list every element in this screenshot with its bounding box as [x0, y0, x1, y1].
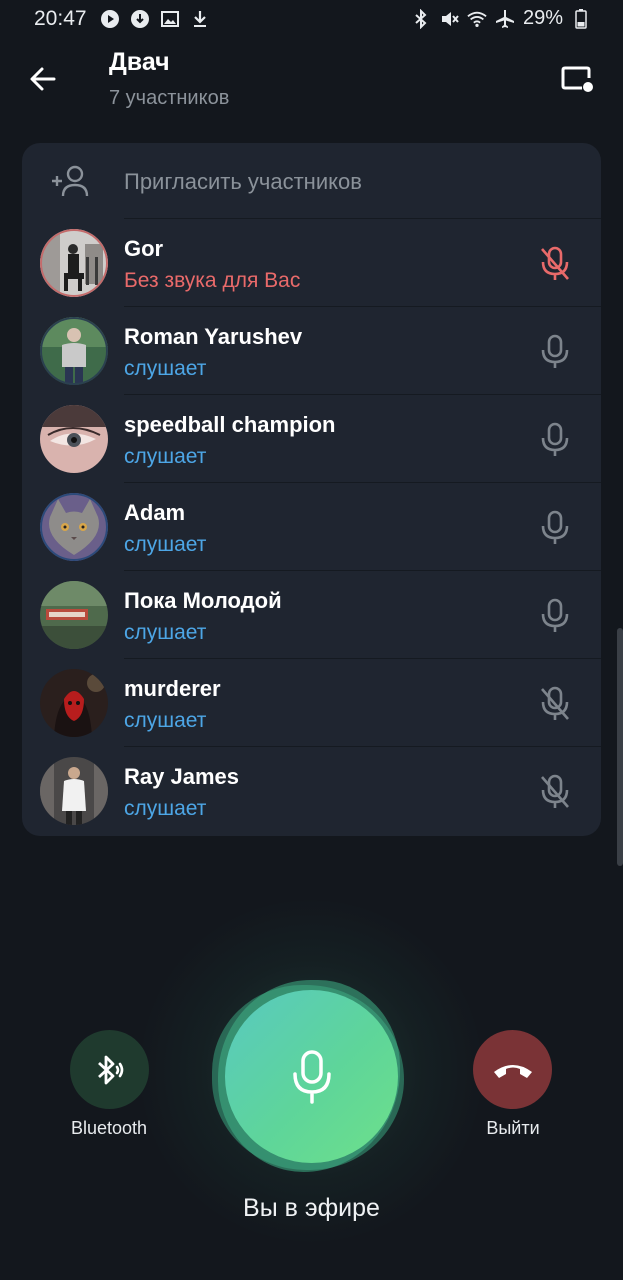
mic-icon[interactable]: [538, 597, 572, 635]
avatar: [40, 229, 108, 297]
participant-status: слушает: [124, 533, 207, 556]
bluetooth-label: Bluetooth: [70, 1118, 148, 1138]
participant-row[interactable]: murderer слушает: [22, 659, 601, 747]
participants-panel: Пригласить участников Gor Без звука для …: [22, 143, 601, 836]
avatar: [40, 493, 108, 561]
participant-row[interactable]: speedball champion слушает: [22, 395, 601, 483]
invite-label: Пригласить участников: [124, 169, 362, 194]
screen-share-button[interactable]: [558, 62, 596, 96]
leave-call-button[interactable]: [473, 1030, 552, 1109]
add-user-icon: [52, 165, 89, 197]
bluetooth-button[interactable]: [70, 1030, 149, 1109]
avatar: [40, 757, 108, 825]
airplane-icon: [495, 9, 515, 29]
vibrate-mute-icon: [439, 9, 459, 29]
participant-status: слушает: [124, 357, 207, 380]
mic-icon[interactable]: [538, 421, 572, 459]
leave-label: Выйти: [486, 1118, 540, 1138]
participant-name: Ray James: [124, 764, 239, 789]
download-circle-icon: [130, 9, 150, 29]
participant-row[interactable]: Ray James слушает: [22, 747, 601, 835]
participant-name: Roman Yarushev: [124, 324, 303, 349]
avatar: [40, 581, 108, 649]
chat-title: Двач: [109, 48, 170, 76]
participant-name: Пока Молодой: [124, 588, 282, 613]
participant-name: Gor: [124, 236, 164, 261]
mic-off-icon[interactable]: [538, 773, 572, 811]
avatar: [40, 405, 108, 473]
participant-name: speedball champion: [124, 412, 336, 437]
scrollbar[interactable]: [617, 628, 623, 866]
microphone-icon: [292, 1049, 331, 1104]
mic-icon[interactable]: [538, 333, 572, 371]
participant-row[interactable]: Adam слушает: [22, 483, 601, 571]
wifi-icon: [467, 9, 487, 29]
hang-up-icon: [493, 1064, 532, 1078]
status-bar: 20:47 29%: [0, 0, 623, 38]
download-icon: [190, 9, 210, 29]
participant-status: слушает: [124, 621, 207, 644]
mic-muted-icon[interactable]: [538, 245, 572, 283]
mic-off-icon[interactable]: [538, 685, 572, 723]
play-circle-icon: [100, 9, 120, 29]
avatar: [40, 669, 108, 737]
participant-row[interactable]: Roman Yarushev слушает: [22, 307, 601, 395]
participant-status: слушает: [124, 709, 207, 732]
avatar: [40, 317, 108, 385]
status-time: 20:47: [34, 7, 87, 30]
microphone-button[interactable]: [225, 990, 398, 1163]
arrow-left-icon: [30, 67, 56, 91]
participant-status: Без звука для Вас: [124, 269, 301, 292]
on-air-status: Вы в эфире: [243, 1194, 380, 1222]
mic-icon[interactable]: [538, 509, 572, 547]
battery-icon: [571, 8, 591, 29]
participant-status: слушает: [124, 445, 207, 468]
participant-status: слушает: [124, 797, 207, 820]
battery-percent: 29%: [522, 7, 563, 29]
participant-count: 7 участников: [109, 87, 230, 109]
participant-name: murderer: [124, 676, 221, 701]
back-button[interactable]: [26, 62, 60, 96]
image-icon: [160, 9, 180, 29]
screen-share-icon: [561, 66, 593, 92]
bluetooth-icon: [411, 8, 431, 29]
invite-participants-button[interactable]: Пригласить участников: [22, 143, 601, 218]
bluetooth-audio-icon: [97, 1055, 123, 1084]
participant-row[interactable]: Gor Без звука для Вас: [22, 219, 601, 307]
participant-row[interactable]: Пока Молодой слушает: [22, 571, 601, 659]
participant-name: Adam: [124, 500, 186, 525]
